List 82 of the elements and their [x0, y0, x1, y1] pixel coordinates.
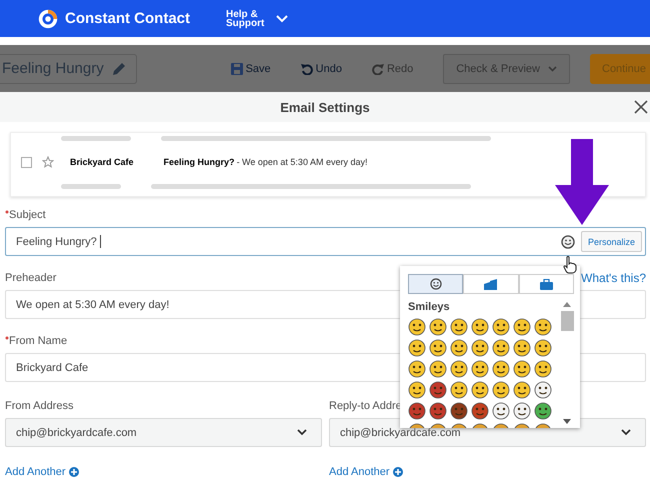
plus-icon	[392, 467, 403, 477]
briefcase-icon	[540, 278, 553, 290]
modal-title: Email Settings	[280, 100, 370, 114]
personalize-button[interactable]: Personalize	[580, 231, 642, 252]
close-icon[interactable]	[634, 100, 648, 114]
plus-icon	[68, 467, 79, 477]
emoji-category-tab[interactable]	[518, 274, 574, 294]
emoji-icon[interactable]	[408, 381, 426, 399]
emoji-icon[interactable]	[450, 360, 468, 378]
emoji-icon[interactable]	[492, 339, 510, 357]
emoji-icon[interactable]	[429, 360, 447, 378]
emoji-icon[interactable]	[429, 339, 447, 357]
emoji-icon[interactable]	[471, 402, 489, 420]
emoji-icon[interactable]	[534, 339, 552, 357]
pencil-icon	[112, 62, 126, 76]
emoji-icon[interactable]	[408, 318, 426, 336]
emoji-icon[interactable]	[534, 402, 552, 420]
smiley-icon[interactable]	[560, 234, 575, 248]
save-icon	[230, 62, 243, 74]
emoji-icon[interactable]	[471, 339, 489, 357]
emoji-icon[interactable]	[471, 318, 489, 336]
chevron-icon	[297, 429, 307, 436]
blurred-text	[61, 184, 121, 188]
emoji-icon[interactable]	[429, 318, 447, 336]
redo-icon	[372, 62, 384, 74]
emoji-icon[interactable]	[513, 381, 531, 399]
emoji-icon[interactable]	[492, 360, 510, 378]
emoji-icon[interactable]	[471, 360, 489, 378]
whats-this-link[interactable]: What's this?	[581, 271, 646, 285]
emoji-icon[interactable]	[408, 339, 426, 357]
emoji-icon[interactable]	[513, 402, 531, 420]
brand-name[interactable]: Constant Contact	[65, 10, 190, 27]
emoji-icon[interactable]	[534, 360, 552, 378]
emoji-category-tab[interactable]	[408, 274, 464, 294]
sender-name: Brickyard Cafe	[70, 157, 134, 167]
logo-icon	[37, 8, 59, 30]
field-label: Reply-to Addre	[329, 400, 402, 412]
emoji-icon[interactable]	[492, 318, 510, 336]
arrow-icon	[555, 139, 609, 225]
emoji-icon[interactable]	[429, 402, 447, 420]
email-subject: Feeling Hungry?	[164, 157, 235, 167]
blurred-text	[61, 136, 131, 140]
add-another-link[interactable]: Add Another	[5, 466, 79, 478]
smiley-icon	[430, 278, 442, 290]
emoji-icon[interactable]	[471, 381, 489, 399]
emoji-icon[interactable]	[450, 318, 468, 336]
emoji-icon[interactable]	[513, 318, 531, 336]
chevron-icon	[621, 429, 631, 436]
field-label: From Name	[9, 335, 68, 347]
star-icon[interactable]	[42, 156, 54, 168]
save-button[interactable]: Save	[222, 62, 279, 74]
emoji-icon[interactable]	[513, 339, 531, 357]
undo-button[interactable]: Undo	[292, 62, 350, 74]
emoji-icon[interactable]	[450, 381, 468, 399]
emoji-icon[interactable]	[534, 381, 552, 399]
emoji-icon[interactable]	[408, 402, 426, 420]
add-another-link[interactable]: Add Another	[329, 466, 403, 478]
emoji-category-tab[interactable]	[463, 274, 519, 294]
emoji-icon[interactable]	[513, 360, 531, 378]
emoji-icon[interactable]	[429, 381, 447, 399]
chevron-icon	[276, 14, 288, 22]
help-menu[interactable]: Help & Support	[226, 10, 288, 28]
field-label: Subject	[9, 209, 46, 221]
scroll-thumb[interactable]	[560, 311, 574, 331]
scroll-down-icon[interactable]	[563, 419, 571, 424]
undo-icon	[300, 62, 313, 74]
emoji-icon[interactable]	[534, 318, 552, 336]
emoji-icon[interactable]	[450, 402, 468, 420]
emoji-icon[interactable]	[450, 339, 468, 357]
scroll-up-icon[interactable]	[563, 302, 571, 307]
caret-icon	[548, 66, 557, 72]
address-dropdown[interactable]: chip@brickyardcafe.com	[5, 418, 322, 447]
field-label: Preheader	[5, 272, 56, 284]
buildings-icon	[484, 278, 498, 290]
emoji-icon[interactable]	[492, 381, 510, 399]
emoji-icon[interactable]	[492, 402, 510, 420]
subject-field[interactable]: Feeling Hungry? Personalize	[5, 227, 646, 256]
section-heading: Smileys	[408, 301, 451, 313]
email-snippet: - We open at 5:30 AM every day!	[236, 157, 368, 167]
checkbox[interactable]	[21, 156, 32, 168]
emoji-icon[interactable]	[408, 360, 426, 378]
field-label: From Address	[5, 400, 74, 412]
